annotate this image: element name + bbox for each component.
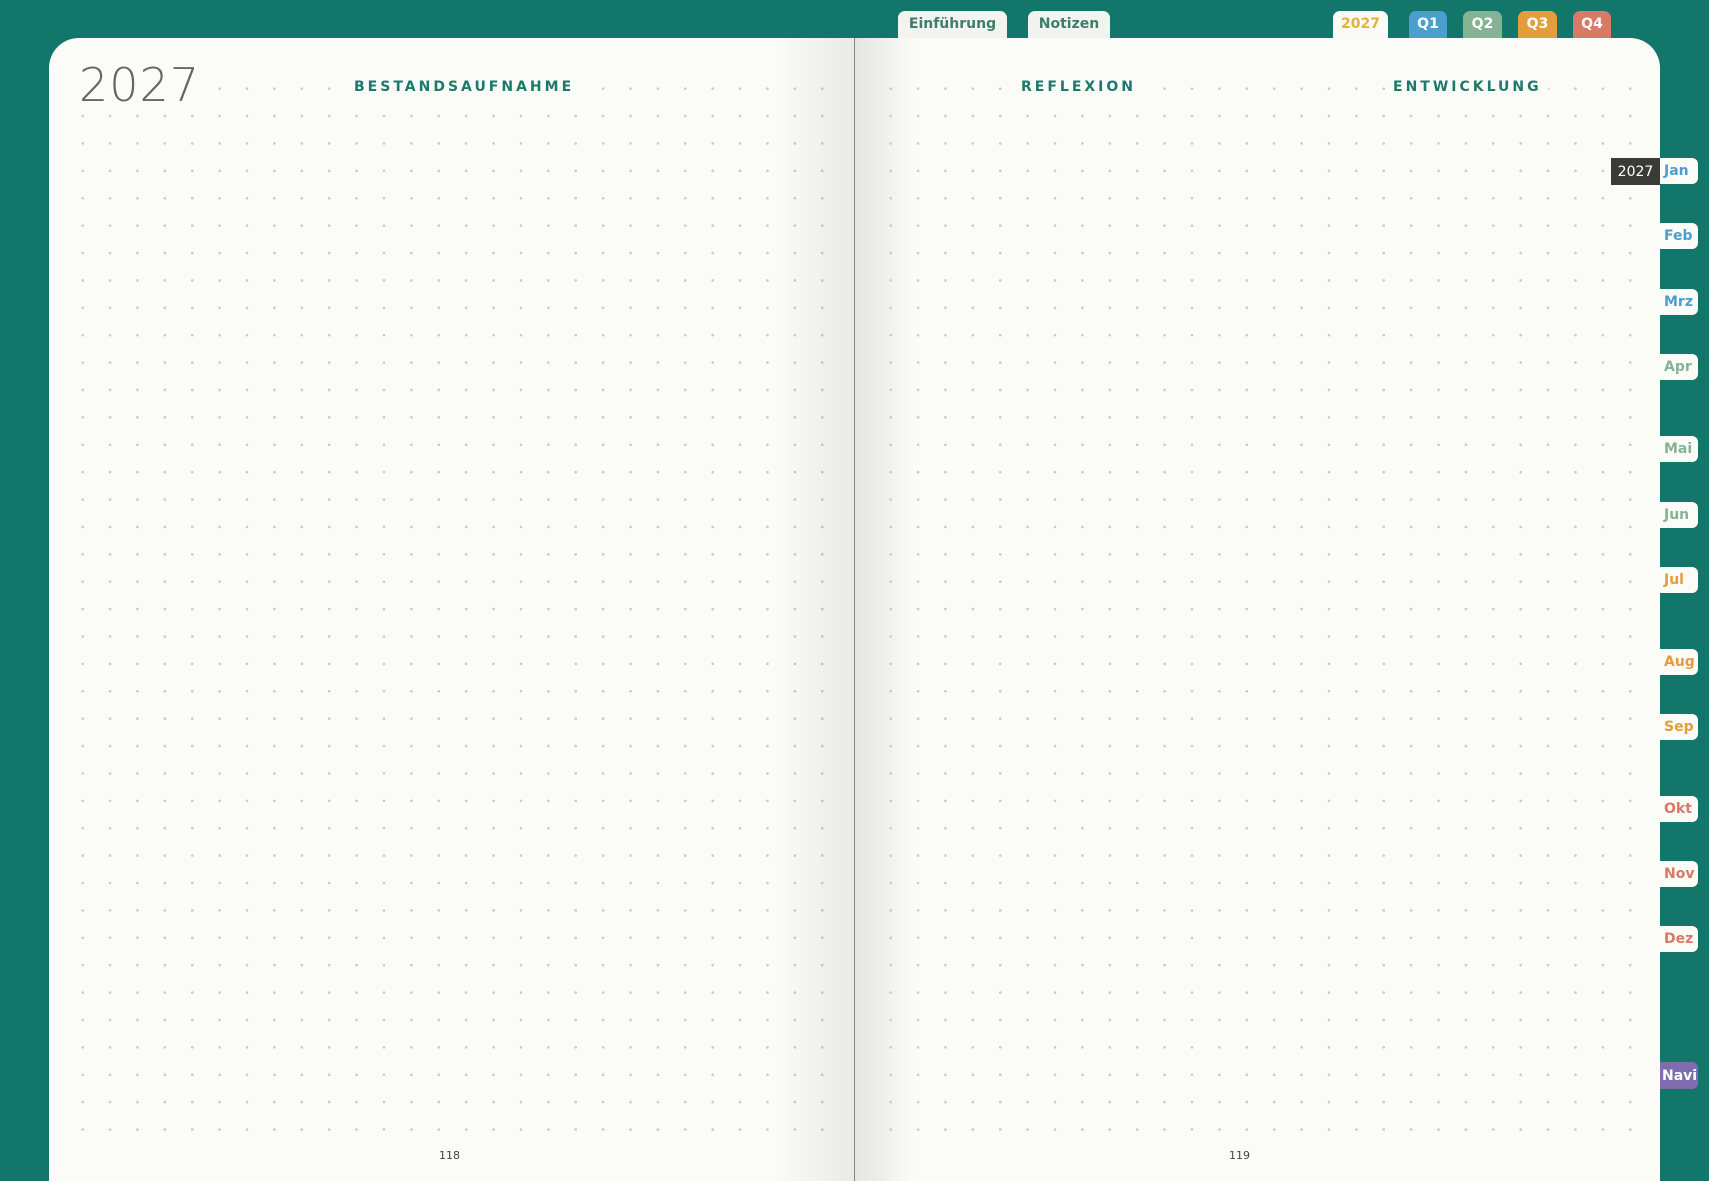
tab-q1[interactable]: Q1 <box>1409 11 1447 38</box>
month-tab-jul[interactable]: Jul <box>1660 567 1698 593</box>
dot-grid-right <box>877 75 1647 1148</box>
tab-q3[interactable]: Q3 <box>1518 11 1557 38</box>
spine-shadow-left <box>774 38 854 1181</box>
left-page: 2027 BESTANDSAUFNAHME 118 <box>49 38 854 1181</box>
tab-einfuehrung[interactable]: Einführung <box>898 11 1007 38</box>
month-tab-aug[interactable]: Aug <box>1660 649 1698 675</box>
tab-notizen[interactable]: Notizen <box>1028 11 1110 38</box>
month-tab-sep[interactable]: Sep <box>1660 714 1698 740</box>
dot-grid-left <box>69 75 839 1148</box>
month-tab-feb[interactable]: Feb <box>1660 223 1698 249</box>
month-tab-okt[interactable]: Okt <box>1660 796 1698 822</box>
page-number-right: 119 <box>1229 1149 1250 1162</box>
navi-tab[interactable]: Navi <box>1660 1062 1698 1089</box>
month-tab-mrz[interactable]: Mrz <box>1660 289 1698 315</box>
month-tab-apr[interactable]: Apr <box>1660 354 1698 380</box>
month-tab-mai[interactable]: Mai <box>1660 436 1698 462</box>
month-tab-jun[interactable]: Jun <box>1660 502 1698 528</box>
tab-q2[interactable]: Q2 <box>1463 11 1502 38</box>
right-page: REFLEXION ENTWICKLUNG 119 <box>855 38 1660 1181</box>
tab-q4[interactable]: Q4 <box>1573 11 1611 38</box>
planner-spread: Einführung Notizen 2027 Q1 Q2 Q3 Q4 2027… <box>0 0 1709 1181</box>
section-title-reflexion: REFLEXION <box>1015 79 1143 95</box>
section-title-entwicklung: ENTWICKLUNG <box>1387 79 1548 95</box>
notebook: 2027 BESTANDSAUFNAHME 118 REFLEXION ENTW… <box>49 38 1660 1181</box>
year-badge: 2027 <box>1611 158 1660 185</box>
section-title-bestandsaufnahme: BESTANDSAUFNAHME <box>348 79 581 95</box>
month-tab-jan[interactable]: Jan <box>1660 158 1698 184</box>
page-year-title: 2027 <box>79 58 211 112</box>
tab-year-2027[interactable]: 2027 <box>1333 11 1388 38</box>
month-tab-nov[interactable]: Nov <box>1660 861 1698 887</box>
month-tab-dez[interactable]: Dez <box>1660 926 1698 952</box>
page-number-left: 118 <box>439 1149 460 1162</box>
